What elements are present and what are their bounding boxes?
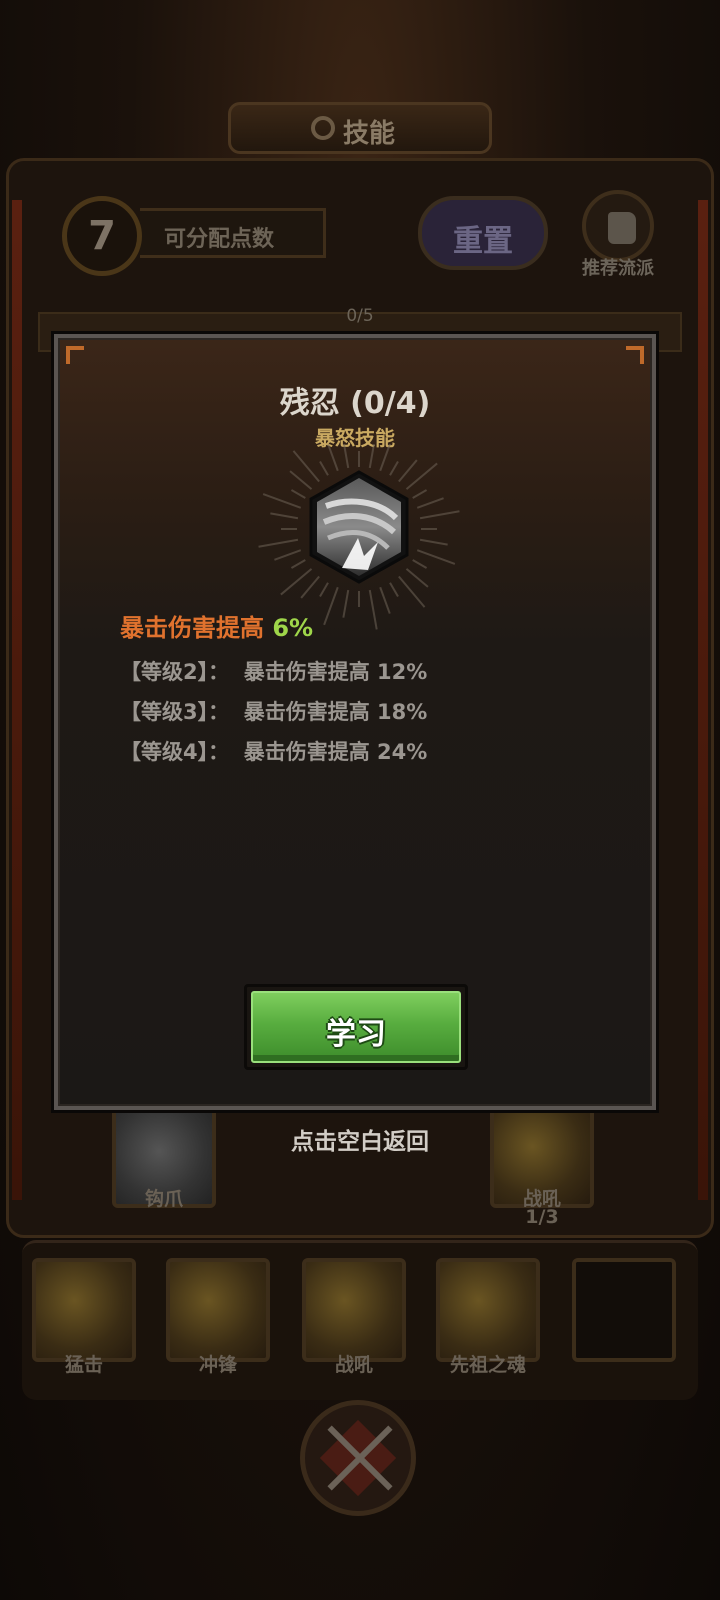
glow-ray [274, 549, 302, 561]
equipped-skill-empty[interactable] [572, 1258, 676, 1362]
modal-corner-ornament [66, 346, 84, 364]
glow-ray [368, 589, 378, 630]
modal-corner-ornament [626, 346, 644, 364]
glow-ray [258, 538, 299, 548]
ancestral-spirit-icon [440, 1262, 536, 1358]
charge-icon [170, 1262, 266, 1358]
empty-slot [576, 1262, 672, 1358]
glow-ray [327, 444, 339, 472]
equipped-skill-ancestral-spirit[interactable] [436, 1258, 540, 1362]
glow-ray [416, 549, 456, 565]
glow-ray [290, 559, 306, 569]
title-banner: 技能 [228, 102, 492, 154]
learn-button-label: 学习 [326, 1017, 386, 1052]
points-label: 可分配点数 [164, 227, 275, 252]
current-effect-value: 6% [272, 614, 314, 642]
recommend-circle [582, 190, 654, 262]
glow-ray [412, 559, 428, 569]
tier-progress-label: 0/5 [346, 306, 374, 326]
skill-slot-label: 钩爪 [144, 1188, 183, 1210]
equipped-skill-label: 猛击 [64, 1354, 103, 1376]
skill-name: 残忍 (0/4) [279, 386, 431, 421]
tap-to-close-hint[interactable]: 点击空白返回 [0, 1122, 720, 1156]
skill-icon-container [244, 444, 474, 634]
equipped-skill-slam[interactable] [32, 1258, 136, 1362]
glow-ray [379, 444, 392, 472]
recommend-build-button[interactable]: 推荐流派 [576, 190, 660, 282]
thumbs-up-icon [608, 212, 636, 244]
glow-ray [379, 586, 391, 614]
glow-ray [290, 489, 306, 499]
learn-button-face: 学习 [251, 991, 461, 1063]
equipped-skill-label: 先祖之魂 [449, 1354, 526, 1376]
equipped-skill-charge[interactable] [166, 1258, 270, 1362]
glow-ray [419, 538, 448, 546]
current-effect-text: 暴击伤害提高 [120, 614, 264, 642]
equipped-skill-label: 冲锋 [198, 1354, 237, 1376]
glow-ray [342, 589, 350, 618]
learn-button[interactable]: 学习 [244, 984, 468, 1070]
recommend-build-label: 推荐流派 [582, 258, 654, 279]
slam-icon [36, 1262, 132, 1358]
glow-ray [389, 582, 399, 598]
level-effect-line: 【等级3】： 暴击伤害提高 18% [120, 700, 428, 724]
class-emblem [300, 1400, 416, 1516]
level-effect-line: 【等级4】： 暴击伤害提高 24% [120, 740, 428, 764]
current-effect: 暴击伤害提高 6% [120, 608, 313, 643]
reset-button-label: 重置 [453, 224, 513, 259]
points-label-box: 可分配点数 [140, 208, 326, 258]
left-frame-edge [12, 200, 22, 1200]
glow-ray [416, 497, 444, 509]
glow-ray [419, 510, 460, 520]
glow-ray [270, 512, 299, 520]
glow-ray [368, 444, 376, 469]
reset-button[interactable]: 重置 [418, 196, 548, 270]
skill-slot-level: 1/3 [525, 1206, 559, 1228]
skill-points-value: 7 [88, 213, 116, 259]
glow-ray [323, 586, 339, 626]
glow-ray [412, 489, 428, 499]
screen-title: 技能 [343, 119, 396, 149]
level-effect-line: 【等级2】： 暴击伤害提高 12% [120, 660, 428, 684]
warcry-icon [306, 1262, 402, 1358]
equipped-skill-warcry[interactable] [302, 1258, 406, 1362]
right-frame-edge [698, 200, 708, 1200]
equipped-skill-label: 战吼 [334, 1354, 373, 1376]
skill-wheel-icon [311, 116, 335, 140]
glow-ray [262, 493, 302, 509]
glow-ray [319, 582, 329, 598]
skill-detail-modal: 残忍 (0/4) 暴怒技能 暴击伤害提高 6% 【等级2】： 暴击伤害提高 12… [54, 334, 656, 1110]
glow-ray [342, 444, 350, 469]
claw-slash-icon [309, 470, 409, 584]
skill-points-badge: 7 [62, 196, 142, 276]
